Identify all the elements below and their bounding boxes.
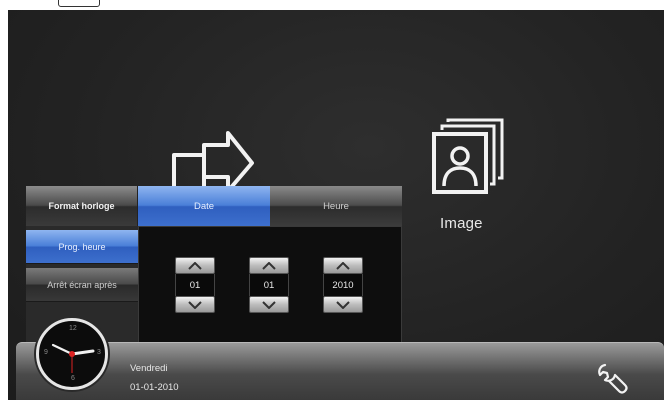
clock-hands	[51, 343, 95, 373]
month-value: 01	[249, 274, 289, 296]
chevron-up-icon	[336, 261, 350, 270]
year-down-button[interactable]	[323, 296, 363, 313]
date-picker-panel: 01 01 2010	[138, 226, 402, 346]
chevron-down-icon	[336, 300, 350, 309]
chevron-up-icon	[188, 261, 202, 270]
chevron-up-icon	[262, 261, 276, 270]
tab-format-horloge[interactable]: Format horloge	[26, 186, 138, 226]
picture-frame-icon[interactable]	[426, 118, 506, 200]
tab-heure[interactable]: Heure	[270, 186, 402, 226]
day-spinner: 01	[175, 257, 215, 317]
tab-date[interactable]: Date	[138, 186, 270, 226]
chevron-down-icon	[262, 300, 276, 309]
chevron-down-icon	[188, 300, 202, 309]
weekday-text: Vendredi	[130, 363, 168, 374]
year-spinner: 2010	[323, 257, 363, 317]
frame-fragment	[58, 0, 100, 7]
month-down-button[interactable]	[249, 296, 289, 313]
date-text: 01-01-2010	[130, 382, 179, 393]
top-strip	[0, 0, 664, 10]
day-value: 01	[175, 274, 215, 296]
day-up-button[interactable]	[175, 257, 215, 274]
day-down-button[interactable]	[175, 296, 215, 313]
year-value: 2010	[323, 274, 363, 296]
side-item-arret-ecran[interactable]: Arrêt écran après	[26, 268, 138, 302]
side-item-prog-heure[interactable]: Prog. heure	[26, 230, 138, 264]
image-label[interactable]: Image	[440, 215, 520, 232]
year-up-button[interactable]	[323, 257, 363, 274]
tab-bar: Format horloge Date Heure	[26, 186, 402, 226]
month-up-button[interactable]	[249, 257, 289, 274]
month-spinner: 01	[249, 257, 289, 317]
analog-clock-icon: 12 3 6 9	[36, 318, 108, 390]
status-bar: Vendredi 01-01-2010	[16, 342, 664, 400]
device-screen: Image Format horloge Date Heure Prog. he…	[8, 10, 664, 400]
wrench-icon[interactable]	[596, 361, 630, 395]
